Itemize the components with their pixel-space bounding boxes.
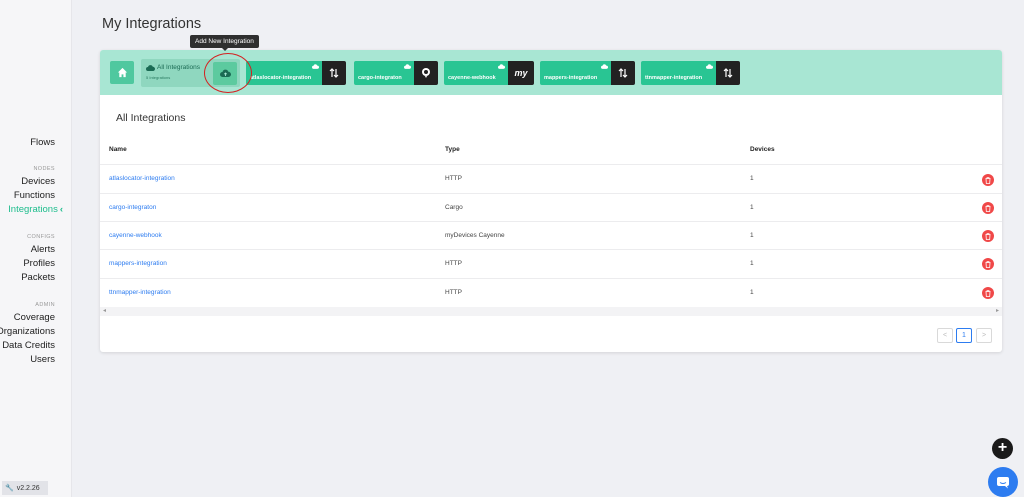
row-divider bbox=[100, 278, 1002, 279]
sidebar-item-alerts[interactable]: Alerts bbox=[31, 244, 55, 255]
tab-integration-label: mappers-integration bbox=[544, 75, 598, 81]
row-divider bbox=[100, 164, 1002, 165]
row-name-link[interactable]: cayenne-webhook bbox=[109, 232, 162, 239]
pagination-page-current[interactable]: 1 bbox=[956, 328, 972, 343]
row-devices: 1 bbox=[750, 232, 754, 239]
sidebar-item-users[interactable]: Users bbox=[30, 354, 55, 365]
tab-all-integrations-label: All Integrations bbox=[157, 64, 200, 71]
sidebar-item-integrations[interactable]: Integrations ‹ bbox=[8, 204, 63, 215]
wrench-icon: 🔧 bbox=[5, 485, 14, 492]
row-type: Cargo bbox=[445, 204, 463, 211]
page-title: My Integrations bbox=[102, 16, 202, 32]
horizontal-scrollbar[interactable]: ◂ ▸ bbox=[100, 307, 1002, 316]
sidebar-item-coverage[interactable]: Coverage bbox=[14, 312, 55, 323]
sidebar-section-nodes: NODES bbox=[33, 166, 55, 172]
tab-integration-label: cayenne-webhook bbox=[448, 75, 496, 81]
tab-integration-ttnmapper[interactable]: ttnmapper-integration bbox=[641, 61, 740, 85]
sidebar-item-data-credits[interactable]: Data Credits bbox=[2, 340, 55, 351]
delete-button[interactable] bbox=[982, 258, 994, 270]
column-header-devices[interactable]: Devices bbox=[750, 146, 775, 153]
row-type: HTTP bbox=[445, 175, 462, 182]
delete-button[interactable] bbox=[982, 202, 994, 214]
pagination-next-button[interactable]: > bbox=[976, 328, 992, 343]
version-badge[interactable]: 🔧 v2.2.26 bbox=[2, 481, 48, 495]
row-name-link[interactable]: atlaslocator-integration bbox=[109, 175, 175, 182]
row-devices: 1 bbox=[750, 204, 754, 211]
tab-integration-cayenne[interactable]: cayenne-webhook my bbox=[444, 61, 534, 85]
arrows-icon bbox=[716, 61, 740, 85]
trash-icon bbox=[985, 204, 991, 212]
version-label: v2.2.26 bbox=[16, 484, 40, 492]
row-devices: 1 bbox=[750, 175, 754, 182]
sidebar-section-admin: ADMIN bbox=[35, 302, 55, 308]
row-divider bbox=[100, 193, 1002, 194]
row-divider bbox=[100, 249, 1002, 250]
scroll-right-icon[interactable]: ▸ bbox=[996, 307, 999, 314]
sidebar: Flows NODES Devices Functions Integratio… bbox=[0, 0, 72, 497]
cargo-icon bbox=[414, 61, 438, 85]
cloud-icon bbox=[404, 64, 411, 69]
sidebar-item-integrations-label: Integrations bbox=[8, 204, 58, 215]
sidebar-item-flows[interactable]: Flows bbox=[30, 137, 55, 148]
home-icon bbox=[117, 67, 127, 78]
trash-icon bbox=[985, 260, 991, 268]
arrows-icon bbox=[322, 61, 346, 85]
cloud-icon bbox=[601, 64, 608, 69]
delete-button[interactable] bbox=[982, 230, 994, 242]
tab-all-integrations-count: 5 Integrations bbox=[146, 75, 171, 80]
tab-integration-label: cargo-integraton bbox=[358, 75, 402, 81]
table-title: All Integrations bbox=[116, 112, 186, 124]
trash-icon bbox=[985, 232, 991, 240]
home-button[interactable] bbox=[110, 61, 134, 84]
tab-integration-label: atlaslocator-integration bbox=[250, 75, 312, 81]
add-integration-tooltip: Add New Integration bbox=[190, 35, 259, 51]
pagination-prev-button[interactable]: < bbox=[937, 328, 953, 343]
row-devices: 1 bbox=[750, 289, 754, 296]
sidebar-item-functions[interactable]: Functions bbox=[14, 190, 55, 201]
trash-icon bbox=[985, 176, 991, 184]
column-header-name[interactable]: Name bbox=[109, 146, 127, 153]
cloud-icon bbox=[706, 64, 713, 69]
row-name-link[interactable]: mappers-integration bbox=[109, 260, 167, 267]
row-name-link[interactable]: cargo-integraton bbox=[109, 204, 156, 211]
row-divider bbox=[100, 221, 1002, 222]
column-header-type[interactable]: Type bbox=[445, 146, 460, 153]
sidebar-item-packets[interactable]: Packets bbox=[21, 272, 55, 283]
row-devices: 1 bbox=[750, 260, 754, 267]
plus-icon: + bbox=[997, 439, 1008, 456]
cloud-icon bbox=[146, 65, 155, 71]
mydevices-logo: my bbox=[508, 61, 534, 85]
sidebar-item-devices[interactable]: Devices bbox=[21, 176, 55, 187]
cloud-icon bbox=[498, 64, 505, 69]
row-name-link[interactable]: ttnmapper-integration bbox=[109, 289, 171, 296]
tab-integration-label: ttnmapper-integration bbox=[645, 75, 703, 81]
row-type: HTTP bbox=[445, 260, 462, 267]
row-type: HTTP bbox=[445, 289, 462, 296]
row-type: myDevices Cayenne bbox=[445, 232, 505, 239]
sidebar-item-organizations[interactable]: Organizations bbox=[0, 326, 55, 337]
chat-icon bbox=[997, 476, 1009, 488]
scroll-left-icon[interactable]: ◂ bbox=[103, 307, 106, 314]
delete-button[interactable] bbox=[982, 174, 994, 186]
sidebar-item-profiles[interactable]: Profiles bbox=[23, 258, 55, 269]
tab-integration-atlaslocator[interactable]: atlaslocator-integration bbox=[246, 61, 346, 85]
sidebar-section-configs: CONFIGS bbox=[27, 234, 55, 240]
cloud-icon bbox=[312, 64, 319, 69]
chat-button[interactable] bbox=[988, 467, 1018, 497]
trash-icon bbox=[985, 289, 991, 297]
highlight-circle bbox=[204, 53, 252, 93]
delete-button[interactable] bbox=[982, 287, 994, 299]
tab-integration-cargo[interactable]: cargo-integraton bbox=[354, 61, 438, 85]
tab-integration-mappers[interactable]: mappers-integration bbox=[540, 61, 635, 85]
chevron-left-icon: ‹ bbox=[59, 204, 63, 215]
add-floating-button[interactable]: + bbox=[992, 438, 1013, 459]
arrows-icon bbox=[611, 61, 635, 85]
